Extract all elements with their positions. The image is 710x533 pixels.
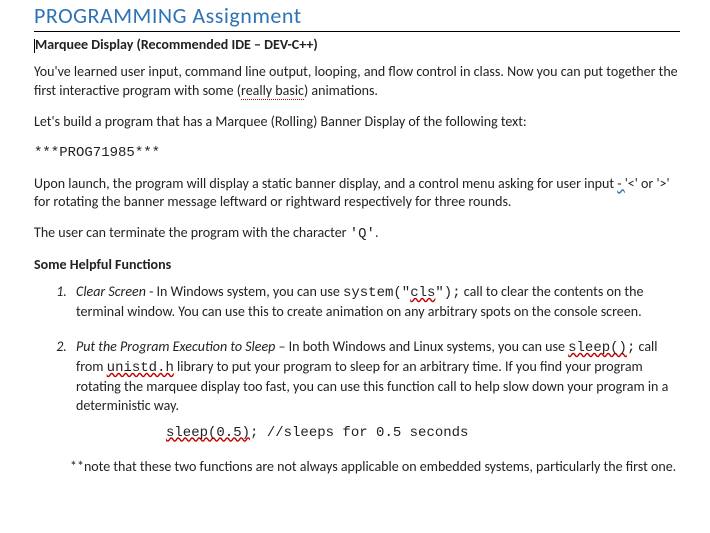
intro-paragraph-1: You've learned user input, command line … [34,63,680,101]
sleep-call: sleep(0.5) [166,425,250,441]
helpful-functions-heading: Some Helpful Functions [34,256,680,273]
behavior-paragraph-1: Upon launch, the program will display a … [34,175,680,213]
para2-dash: - [617,175,624,192]
page-title: PROGRAMMING Assignment [34,2,680,29]
para3c: . [375,224,379,241]
li1-cls: cls [410,285,435,301]
subtitle-text: Marquee Display (Recommended IDE – DEV-C… [35,36,318,53]
li2-title: Put the Program Execution to Sleep [76,338,275,355]
quit-char: 'Q' [350,226,375,242]
helpful-functions-list: Clear Screen - In Windows system, you ca… [70,283,680,442]
li1-title: Clear Screen [76,283,146,300]
li2-a: – In both Windows and Linux systems, you… [275,338,568,355]
title-rule [34,31,680,32]
li1-a: - In Windows system, you can use [146,283,343,300]
behavior-paragraph-2: The user can terminate the program with … [34,224,680,244]
banner-code: ***PROG71985*** [34,144,680,163]
li1-code2: "); [435,285,460,301]
sleep-comment: ; //sleeps for 0.5 seconds [250,425,468,441]
intro-paragraph-2: Let's build a program that has a Marquee… [34,113,680,132]
para3a: The user can terminate the program with … [34,224,350,241]
footnote: **note that these two functions are not … [70,458,680,477]
li2-unistd: unistd.h [107,360,174,376]
para2a: Upon launch, the program will display a … [34,175,617,192]
li2-sleep: sleep() [568,340,627,356]
li1-code1: system(" [343,285,410,301]
list-item-sleep: Put the Program Execution to Sleep – In … [70,338,680,442]
sleep-code-example: sleep(0.5); //sleeps for 0.5 seconds [166,424,680,443]
intro-1c: ) animations. [304,82,378,99]
intro-really-basic: really basic [241,82,304,100]
list-item-clear-screen: Clear Screen - In Windows system, you ca… [70,283,680,322]
assignment-subtitle: Marquee Display (Recommended IDE – DEV-C… [34,36,680,53]
